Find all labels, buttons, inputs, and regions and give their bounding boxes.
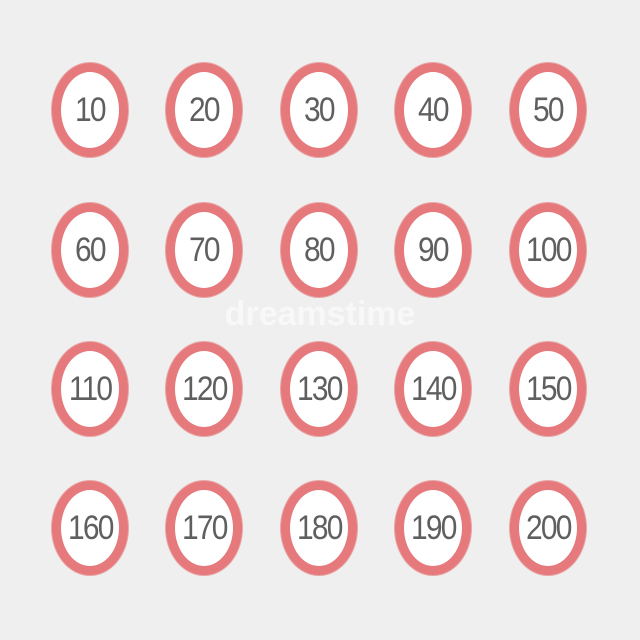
speed-limit-sign: 190 — [395, 481, 471, 575]
watermark: dreamstime — [224, 295, 416, 333]
speed-limit-value: 10 — [75, 90, 107, 129]
speed-limit-value: 200 — [525, 508, 572, 547]
speed-limit-value: 100 — [525, 230, 572, 269]
speed-limit-value: 70 — [189, 230, 221, 269]
speed-limit-value: 40 — [418, 90, 450, 129]
speed-limit-value: 160 — [67, 508, 114, 547]
speed-limit-sign: 90 — [395, 203, 471, 297]
speed-limit-value: 30 — [304, 90, 336, 129]
speed-limit-value: 90 — [418, 230, 450, 269]
speed-limit-value: 140 — [410, 369, 457, 408]
speed-limit-sign: 120 — [166, 342, 242, 436]
speed-limit-sign: 160 — [52, 481, 128, 575]
speed-limit-value: 50 — [533, 90, 565, 129]
speed-limit-sign: 60 — [52, 203, 128, 297]
speed-limit-value: 110 — [68, 369, 113, 408]
speed-limit-sign: 180 — [281, 481, 357, 575]
speed-limit-value: 150 — [525, 369, 572, 408]
speed-limit-sign: 10 — [52, 63, 128, 157]
speed-limit-sign: 130 — [281, 342, 357, 436]
speed-limit-sign: 40 — [395, 63, 471, 157]
speed-limit-sign: 30 — [281, 63, 357, 157]
speed-limit-value: 60 — [75, 230, 107, 269]
speed-limit-value: 20 — [189, 90, 221, 129]
speed-limit-sign: 140 — [395, 342, 471, 436]
speed-limit-sign: 100 — [510, 203, 586, 297]
speed-limit-sign: 170 — [166, 481, 242, 575]
speed-limit-sign: 110 — [52, 342, 128, 436]
speed-limit-value: 120 — [181, 369, 228, 408]
speed-limit-sign: 80 — [281, 203, 357, 297]
speed-limit-value: 170 — [181, 508, 228, 547]
speed-limit-sign: 70 — [166, 203, 242, 297]
speed-limit-sign: 20 — [166, 63, 242, 157]
speed-limit-sign: 150 — [510, 342, 586, 436]
speed-limit-sign: 200 — [510, 481, 586, 575]
speed-limit-value: 80 — [304, 230, 336, 269]
speed-limit-sign: 50 — [510, 63, 586, 157]
speed-limit-sign-grid: 10 20 30 40 50 60 70 80 90 100 110 120 1… — [0, 0, 640, 640]
speed-limit-value: 130 — [296, 369, 343, 408]
speed-limit-value: 190 — [410, 508, 457, 547]
speed-limit-value: 180 — [296, 508, 343, 547]
